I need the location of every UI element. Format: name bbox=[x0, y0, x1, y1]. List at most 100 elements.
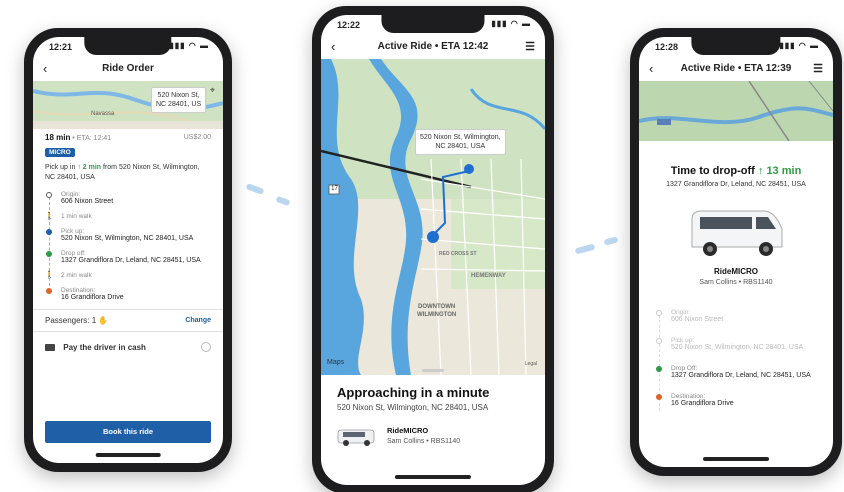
map-graphic bbox=[639, 81, 833, 141]
step-value: 2 min walk bbox=[61, 272, 92, 279]
status-bar: 12:22 ▮▮▮ ◠ ▬ bbox=[321, 15, 545, 35]
step-value: 1327 Grandiflora Dr, Leland, NC 28451, U… bbox=[61, 257, 201, 264]
trip-steps: Origin: 606 Nixon Street 🚶 1 min walk Pi… bbox=[45, 191, 211, 301]
page-title: Active Ride • ETA 12:42 bbox=[377, 41, 489, 52]
ride-details: 18 min • ETA: 12:41 US$2.00 MICRO Pick u… bbox=[33, 133, 223, 352]
step-value: 16 Grandiflora Drive bbox=[671, 400, 734, 407]
ride-eta: • ETA: 12:41 bbox=[72, 135, 112, 142]
map-area-label: HEMENWAY bbox=[471, 273, 506, 279]
divider bbox=[33, 309, 223, 310]
dropoff-address: 1327 Grandiflora Dr, Leland, NC 28451, U… bbox=[666, 181, 806, 188]
back-chevron-icon[interactable]: ‹ bbox=[43, 59, 47, 79]
walk-person-icon: 🚶 bbox=[45, 213, 54, 220]
destination-pin-icon bbox=[46, 288, 52, 294]
signal-wifi-battery-icon: ▮▮▮ ◠ ▬ bbox=[491, 19, 531, 28]
route-shield-label: 17 bbox=[331, 186, 338, 192]
status-time: 12:28 bbox=[655, 42, 679, 52]
map-address-line2: NC 28401, USA bbox=[435, 143, 486, 150]
map-street-label: RED CROSS ST bbox=[439, 251, 477, 257]
list-menu-icon[interactable]: ☰ bbox=[813, 59, 823, 79]
phone-ride-order: 12:21 ▮▮▮ ◠ ▬ ‹ Ride Order Navassa 520 N… bbox=[24, 28, 232, 472]
list-menu-icon[interactable]: ☰ bbox=[525, 37, 535, 57]
map-address-line1: 520 Nixon St, Wilmington, bbox=[420, 134, 501, 141]
maps-brand: Maps bbox=[327, 359, 344, 366]
status-time: 12:22 bbox=[337, 20, 361, 30]
hand-icon: ✋ bbox=[98, 316, 109, 325]
step-dropoff: Drop Off: 1327 Grandiflora Dr, Leland, N… bbox=[655, 365, 821, 379]
home-indicator bbox=[95, 453, 161, 457]
service-badge: MICRO bbox=[45, 148, 75, 157]
dropoff-headline: Time to drop-off ↑ 13 min bbox=[639, 165, 833, 177]
signal-wifi-battery-icon: ▮▮▮ ◠ ▬ bbox=[779, 41, 819, 50]
passengers-label: Passengers: 1 bbox=[45, 316, 97, 325]
pay-cash-label: Pay the driver in cash bbox=[63, 342, 146, 352]
dropoff-minutes: 13 min bbox=[766, 165, 802, 177]
map-address-street: 520 Nixon St, bbox=[157, 92, 200, 99]
nav-bar: ‹ Active Ride • ETA 12:42 ☰ bbox=[321, 37, 545, 57]
phone-dropoff: 12:28 ▮▮▮ ◠ ▬ ‹ Active Ride • ETA 12:39 … bbox=[630, 28, 842, 476]
page-title: Active Ride • ETA 12:39 bbox=[680, 63, 792, 74]
van-icon bbox=[337, 429, 375, 446]
legal-link[interactable]: Legal bbox=[525, 361, 537, 367]
passengers-row: Passengers: 1 ✋ Change bbox=[45, 316, 211, 325]
origin-dot-icon bbox=[46, 192, 52, 198]
walk-person-icon: 🚶 bbox=[45, 272, 54, 279]
live-map[interactable]: 17 520 Nixon St, Wilmington, NC 28401, U… bbox=[321, 59, 545, 375]
step-value: 1327 Grandiflora Dr, Leland, NC 28451, U… bbox=[671, 372, 811, 379]
map-graphic bbox=[321, 59, 545, 375]
location-target-icon[interactable]: ⌖ bbox=[210, 85, 215, 96]
bg-dash bbox=[603, 236, 619, 246]
map-preview[interactable]: Navassa 520 Nixon St, NC 28401, US ⌖ bbox=[33, 81, 223, 129]
sheet-grabber[interactable] bbox=[422, 369, 444, 372]
step-label: Destination: bbox=[671, 393, 706, 400]
map-preview[interactable] bbox=[639, 81, 833, 141]
map-address-city: NC 28401, US bbox=[156, 101, 202, 108]
step-destination: Destination: 16 Grandiflora Drive bbox=[655, 393, 821, 407]
step-value: 520 Nixon St, Wilmington, NC 28401, USA bbox=[61, 235, 194, 242]
step-pickup: Pick up: 520 Nixon St, Wilmington, NC 28… bbox=[655, 337, 821, 351]
divider bbox=[33, 331, 223, 332]
change-passengers-button[interactable]: Change bbox=[185, 317, 211, 324]
screen-ride-order: 12:21 ▮▮▮ ◠ ▬ ‹ Ride Order Navassa 520 N… bbox=[33, 37, 223, 463]
step-origin: Origin: 606 Nixon Street bbox=[655, 309, 821, 323]
pickup-prefix: Pick up in bbox=[45, 164, 76, 171]
pay-cash-radio[interactable] bbox=[201, 342, 211, 352]
bg-dash bbox=[245, 183, 265, 195]
ride-status-headline: Approaching in a minute bbox=[337, 385, 490, 400]
screen-dropoff: 12:28 ▮▮▮ ◠ ▬ ‹ Active Ride • ETA 12:39 … bbox=[639, 37, 833, 467]
vehicle-info: RideMICRO Sam Collins • RBS1140 bbox=[387, 426, 460, 447]
book-ride-button[interactable]: Book this ride bbox=[45, 421, 211, 443]
step-value: 1 min walk bbox=[61, 213, 92, 220]
step-label: Drop off: bbox=[61, 250, 86, 257]
pickup-pin-icon bbox=[46, 229, 52, 235]
van-icon bbox=[691, 210, 783, 256]
step-dropoff: Drop off: 1327 Grandiflora Dr, Leland, N… bbox=[45, 250, 211, 264]
cash-icon bbox=[45, 343, 55, 351]
pickup-minutes: 2 min bbox=[82, 164, 102, 171]
map-place-label: Navassa bbox=[91, 111, 115, 117]
pay-cash-row[interactable]: Pay the driver in cash bbox=[45, 342, 211, 352]
step-walk: 🚶 1 min walk bbox=[45, 213, 211, 220]
dropoff-headline-label: Time to drop-off bbox=[670, 165, 755, 177]
step-label: Origin: bbox=[61, 191, 81, 198]
map-address-tag: 520 Nixon St, NC 28401, US bbox=[151, 87, 207, 113]
vehicle-name: RideMICRO bbox=[714, 267, 758, 276]
map-area-label: WILMINGTON bbox=[417, 312, 457, 318]
step-value: 16 Grandiflora Drive bbox=[61, 294, 124, 301]
pickup-pin-icon bbox=[656, 338, 662, 344]
origin-dot-icon bbox=[656, 310, 662, 316]
back-chevron-icon[interactable]: ‹ bbox=[331, 37, 335, 57]
back-chevron-icon[interactable]: ‹ bbox=[649, 59, 653, 79]
home-indicator bbox=[394, 475, 472, 479]
status-bar: 12:21 ▮▮▮ ◠ ▬ bbox=[33, 37, 223, 57]
map-area-label: DOWNTOWN bbox=[418, 304, 456, 310]
step-walk: 🚶 2 min walk bbox=[45, 272, 211, 279]
maps-brand-label: Maps bbox=[327, 359, 345, 366]
status-bar: 12:28 ▮▮▮ ◠ ▬ bbox=[639, 37, 833, 57]
bg-dash bbox=[275, 195, 291, 207]
destination-pin-icon bbox=[656, 394, 662, 400]
status-time: 12:21 bbox=[49, 42, 73, 52]
dropoff-pin-icon bbox=[46, 251, 52, 257]
map-area-downtown: DOWNTOWN WILMINGTON bbox=[417, 303, 456, 319]
ride-price: US$2.00 bbox=[183, 134, 211, 141]
